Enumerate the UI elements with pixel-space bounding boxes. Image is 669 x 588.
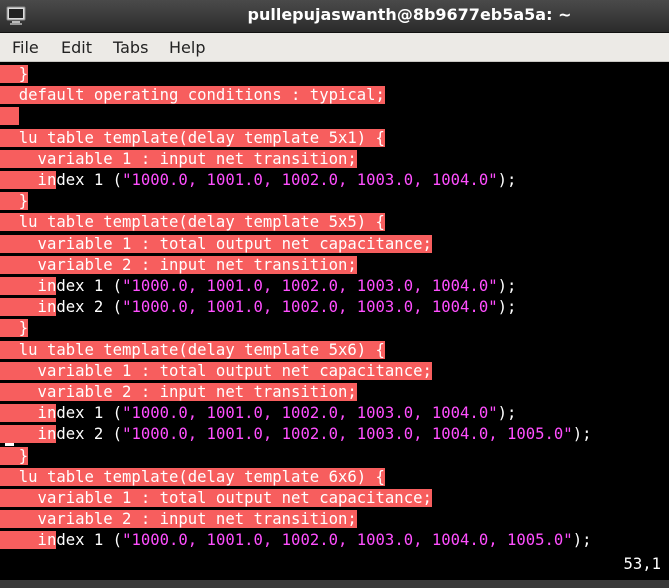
menu-edit[interactable]: Edit <box>61 38 92 57</box>
terminal-line: index 1 ("1000.0, 1001.0, 1002.0, 1003.0… <box>0 403 516 424</box>
line-segment-str: "1000.0, 1001.0, 1002.0, 1003.0, 1004.0,… <box>122 425 573 444</box>
line-segment-hl <box>0 107 19 126</box>
terminal-content[interactable]: 53,1 } default operating conditions : ty… <box>0 62 669 580</box>
menu-help[interactable]: Help <box>169 38 205 57</box>
terminal-line: variable 2 : input net transition; <box>0 382 357 403</box>
terminal-line: variable 2 : input net transition; <box>0 255 357 276</box>
terminal-line: variable 1 : total output net capacitanc… <box>0 234 432 255</box>
terminal-line: variable 1 : total output net capacitanc… <box>0 361 432 382</box>
line-segment-hl: in <box>0 425 57 444</box>
line-segment-hl: lu table template(delay template 5x1) { <box>0 128 385 147</box>
terminal-line: lu table template(delay template 5x5) { <box>0 212 385 233</box>
line-segment-hl: } <box>0 65 29 83</box>
terminal-line: variable 1 : input net transition; <box>0 149 357 170</box>
line-segment-hl: in <box>0 531 57 550</box>
menu-bar: File Edit Tabs Help <box>0 33 669 62</box>
line-segment-hl: lu table template(delay template 5x6) { <box>0 340 385 359</box>
menu-tabs[interactable]: Tabs <box>113 38 148 57</box>
terminal-line: index 1 ("1000.0, 1001.0, 1002.0, 1003.0… <box>0 276 516 297</box>
line-segment-end: ); <box>572 425 592 444</box>
line-segment-lt: dex 1 ( <box>56 404 123 423</box>
terminal-line: lu table template(delay template 6x6) { <box>0 467 385 488</box>
line-segment-hl: lu table template(delay template 5x5) { <box>0 213 385 232</box>
terminal-line: } <box>0 318 29 339</box>
terminal-line: } <box>0 191 29 212</box>
terminal-line <box>0 106 19 127</box>
line-segment-lt: dex 1 ( <box>56 531 123 550</box>
line-segment-lt: dex 2 ( <box>56 298 123 317</box>
line-segment-hl: variable 1 : input net transition; <box>0 149 357 168</box>
line-segment-hl: in <box>0 404 57 423</box>
terminal-line: variable 2 : input net transition; <box>0 509 357 530</box>
line-segment-end: ); <box>497 404 517 423</box>
terminal-line: variable 1 : total output net capacitanc… <box>0 488 432 509</box>
line-segment-str: "1000.0, 1001.0, 1002.0, 1003.0, 1004.0" <box>122 404 498 423</box>
line-segment-end: ); <box>497 298 517 317</box>
line-segment-hl: variable 2 : input net transition; <box>0 383 357 401</box>
line-segment-end: ); <box>497 277 517 295</box>
title-bar[interactable]: pullepujaswanth@8b9677eb5a5a: ~ <box>0 0 669 33</box>
terminal-line: index 2 ("1000.0, 1001.0, 1002.0, 1003.0… <box>0 297 516 318</box>
line-segment-hl: variable 1 : total output net capacitanc… <box>0 361 432 380</box>
line-segment-end: ); <box>497 171 517 189</box>
line-segment-lt: dex 2 ( <box>56 425 123 444</box>
line-segment-hl: } <box>0 192 29 211</box>
line-segment-hl: in <box>0 277 57 295</box>
line-segment-hl: variable 2 : input net transition; <box>0 510 357 529</box>
window-bottom-border <box>0 580 669 588</box>
line-segment-hl: in <box>0 171 57 189</box>
line-segment-hl: } <box>0 446 29 465</box>
line-segment-hl: variable 2 : input net transition; <box>0 255 357 274</box>
line-segment-hl: default operating conditions : typical; <box>0 86 385 105</box>
terminal-line: } <box>0 446 29 467</box>
menu-file[interactable]: File <box>12 38 39 57</box>
terminal-line: } <box>0 64 29 85</box>
terminal-line: index 2 ("1000.0, 1001.0, 1002.0, 1003.0… <box>0 424 591 445</box>
line-segment-hl: in <box>0 298 57 317</box>
terminal-line: lu table template(delay template 5x6) { <box>0 340 385 361</box>
terminal-line: lu table template(delay template 5x1) { <box>0 128 385 149</box>
terminal-line: default operating conditions : typical; <box>0 85 385 106</box>
line-segment-str: "1000.0, 1001.0, 1002.0, 1003.0, 1004.0" <box>122 277 498 295</box>
terminal-window: pullepujaswanth@8b9677eb5a5a: ~ File Edi… <box>0 0 669 588</box>
line-segment-hl: variable 1 : total output net capacitanc… <box>0 234 432 253</box>
terminal-line: index 1 ("1000.0, 1001.0, 1002.0, 1003.0… <box>0 170 516 191</box>
terminal-line: index 1 ("1000.0, 1001.0, 1002.0, 1003.0… <box>0 530 591 551</box>
cursor-position: 53,1 <box>623 555 661 573</box>
line-segment-hl: variable 1 : total output net capacitanc… <box>0 489 432 507</box>
line-segment-str: "1000.0, 1001.0, 1002.0, 1003.0, 1004.0" <box>122 298 498 317</box>
line-segment-str: "1000.0, 1001.0, 1002.0, 1003.0, 1004.0" <box>122 171 498 189</box>
line-segment-lt: dex 1 ( <box>56 277 123 295</box>
line-segment-end: ); <box>572 531 592 550</box>
line-segment-hl: } <box>0 319 29 338</box>
line-segment-hl: lu table template(delay template 6x6) { <box>0 467 385 486</box>
window-title: pullepujaswanth@8b9677eb5a5a: ~ <box>247 5 572 24</box>
line-segment-lt: dex 1 ( <box>56 171 123 189</box>
line-segment-str: "1000.0, 1001.0, 1002.0, 1003.0, 1004.0,… <box>122 531 573 550</box>
